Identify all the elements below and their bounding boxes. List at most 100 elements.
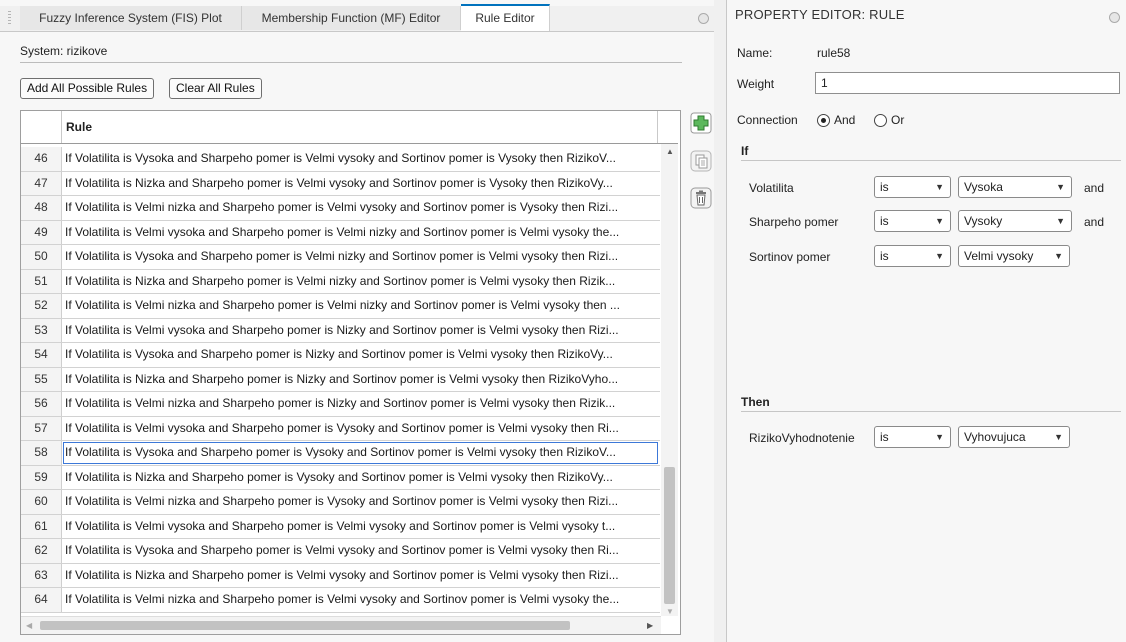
table-row[interactable]: 63 If Volatilita is Nizka and Sharpeho po… [21, 563, 660, 588]
table-row[interactable]: 46 If Volatilita is Vysoka and Sharpeho p… [21, 147, 660, 172]
add-rule-button[interactable] [690, 112, 712, 134]
scroll-right-icon[interactable]: ▶ [647, 621, 653, 631]
tab-fis-plot[interactable]: Fuzzy Inference System (FIS) Plot [20, 6, 242, 30]
property-editor-options-icon[interactable] [1109, 12, 1120, 23]
antecedent-variable-label: Sortinov pomer [749, 250, 831, 264]
scroll-left-icon[interactable]: ◀ [26, 621, 32, 631]
rule-text-cell[interactable]: If Volatilita is Vysoka and Sharpeho pom… [62, 343, 659, 367]
antecedent-term-dropdown[interactable]: Vysoka ▼ [958, 176, 1072, 198]
rule-text-cell[interactable]: If Volatilita is Nizka and Sharpeho pome… [62, 466, 659, 490]
copy-rule-icon [690, 150, 712, 172]
row-number: 62 [21, 539, 62, 563]
rule-text-cell[interactable]: If Volatilita is Velmi vysoka and Sharpe… [62, 319, 659, 343]
then-section-header: Then [741, 395, 1121, 412]
connection-or-label[interactable]: Or [891, 113, 904, 127]
antecedent-operator-dropdown[interactable]: is ▼ [874, 245, 951, 267]
row-number: 57 [21, 416, 62, 440]
conjunction-label: and [1084, 215, 1105, 229]
panel-options-icon[interactable] [698, 13, 709, 24]
table-header: Rule [21, 111, 678, 144]
rule-text-cell[interactable]: If Volatilita is Vysoka and Sharpeho pom… [62, 245, 659, 269]
dropdown-value: Vysoka [964, 180, 1003, 194]
rule-text-cell[interactable]: If Volatilita is Nizka and Sharpeho pome… [62, 172, 659, 196]
table-row[interactable]: 47 If Volatilita is Nizka and Sharpeho po… [21, 171, 660, 196]
name-label: Name: [737, 46, 773, 60]
rule-text-cell[interactable]: If Volatilita is Vysoka and Sharpeho pom… [62, 441, 659, 465]
weight-input[interactable]: 1 [815, 72, 1120, 94]
connection-or-radio[interactable] [874, 114, 887, 127]
antecedent-operator-dropdown[interactable]: is ▼ [874, 176, 951, 198]
radio-selected-dot [821, 118, 826, 123]
dropdown-value: Vyhovujuca [964, 430, 1026, 444]
rule-column-header[interactable]: Rule [62, 111, 658, 143]
rule-text-cell[interactable]: If Volatilita is Velmi vysoka and Sharpe… [62, 515, 659, 539]
tab-mf-editor[interactable]: Membership Function (MF) Editor [242, 6, 461, 30]
table-row[interactable]: 49 If Volatilita is Velmi vysoka and Shar… [21, 220, 660, 245]
clear-all-rules-button[interactable]: Clear All Rules [169, 78, 262, 99]
antecedent-operator-dropdown[interactable]: is ▼ [874, 210, 951, 232]
table-row[interactable]: 55 If Volatilita is Nizka and Sharpeho po… [21, 367, 660, 392]
rule-text-cell[interactable]: If Volatilita is Vysoka and Sharpeho pom… [62, 147, 659, 171]
scroll-down-icon[interactable]: ▼ [666, 607, 674, 617]
copy-rule-button[interactable] [690, 150, 712, 172]
chevron-down-icon: ▼ [1054, 251, 1063, 261]
antecedent-term-dropdown[interactable]: Velmi vysoky ▼ [958, 245, 1070, 267]
scroll-up-icon[interactable]: ▲ [666, 147, 674, 157]
tab-rule-editor[interactable]: Rule Editor [461, 4, 550, 31]
table-row[interactable]: 52 If Volatilita is Velmi nizka and Sharp… [21, 294, 660, 319]
table-row[interactable]: 54 If Volatilita is Vysoka and Sharpeho p… [21, 343, 660, 368]
table-row[interactable]: 59 If Volatilita is Nizka and Sharpeho po… [21, 465, 660, 490]
table-row[interactable]: 62 If Volatilita is Vysoka and Sharpeho p… [21, 539, 660, 564]
table-row[interactable]: 50 If Volatilita is Vysoka and Sharpeho p… [21, 245, 660, 270]
table-row[interactable]: 60 If Volatilita is Velmi nizka and Sharp… [21, 490, 660, 515]
row-number: 64 [21, 588, 62, 612]
conjunction-label: and [1084, 181, 1105, 195]
table-row[interactable]: 48 If Volatilita is Velmi nizka and Sharp… [21, 196, 660, 221]
antecedent-variable-label: Volatilita [749, 181, 794, 195]
rule-text-cell[interactable]: If Volatilita is Velmi nizka and Sharpeh… [62, 490, 659, 514]
vertical-scrollbar[interactable]: ▲ ▼ [661, 144, 678, 616]
antecedent-term-dropdown[interactable]: Vysoky ▼ [958, 210, 1072, 232]
rule-text-cell[interactable]: If Volatilita is Velmi vysoka and Sharpe… [62, 221, 659, 245]
row-number: 54 [21, 343, 62, 367]
row-number: 52 [21, 294, 62, 318]
add-all-rules-button[interactable]: Add All Possible Rules [20, 78, 155, 99]
row-number: 63 [21, 563, 62, 587]
row-number: 49 [21, 220, 62, 244]
rule-text-cell[interactable]: If Volatilita is Velmi nizka and Sharpeh… [62, 196, 659, 220]
rule-text-cell[interactable]: If Volatilita is Velmi nizka and Sharpeh… [62, 392, 659, 416]
rule-text-cell[interactable]: If Volatilita is Nizka and Sharpeho pome… [62, 270, 659, 294]
table-row[interactable]: 64 If Volatilita is Velmi nizka and Sharp… [21, 588, 660, 613]
rule-text-cell[interactable]: If Volatilita is Velmi nizka and Sharpeh… [62, 294, 659, 318]
row-number: 51 [21, 269, 62, 293]
row-number: 46 [21, 147, 62, 171]
rule-text-cell[interactable]: If Volatilita is Nizka and Sharpeho pome… [62, 564, 659, 588]
horizontal-scrollbar[interactable]: ◀ ▶ [21, 616, 661, 634]
dropdown-value: Velmi vysoky [964, 249, 1034, 263]
rule-text-cell[interactable]: If Volatilita is Velmi vysoka and Sharpe… [62, 417, 659, 441]
row-number-header [21, 111, 62, 143]
dropdown-value: is [880, 430, 889, 444]
rule-text-cell[interactable]: If Volatilita is Nizka and Sharpeho pome… [62, 368, 659, 392]
tab-grip [8, 11, 11, 25]
row-number: 61 [21, 514, 62, 538]
table-row[interactable]: 61 If Volatilita is Velmi vysoka and Shar… [21, 514, 660, 539]
delete-rule-button[interactable] [690, 187, 712, 209]
consequent-term-dropdown[interactable]: Vyhovujuca ▼ [958, 426, 1070, 448]
horizontal-scroll-thumb[interactable] [40, 621, 570, 630]
rule-text-cell[interactable]: If Volatilita is Velmi nizka and Sharpeh… [62, 588, 659, 612]
connection-and-radio[interactable] [817, 114, 830, 127]
row-number: 56 [21, 392, 62, 416]
table-row[interactable]: 58 If Volatilita is Vysoka and Sharpeho p… [21, 441, 660, 466]
table-row[interactable]: 56 If Volatilita is Velmi nizka and Sharp… [21, 392, 660, 417]
table-row[interactable]: 57 If Volatilita is Velmi vysoka and Shar… [21, 416, 660, 441]
vertical-scroll-thumb[interactable] [664, 467, 675, 604]
property-editor-title: PROPERTY EDITOR: RULE [735, 7, 905, 22]
connection-and-label[interactable]: And [834, 113, 855, 127]
weight-label: Weight [737, 77, 775, 91]
dropdown-value: is [880, 180, 889, 194]
table-row[interactable]: 51 If Volatilita is Nizka and Sharpeho po… [21, 269, 660, 294]
consequent-operator-dropdown[interactable]: is ▼ [874, 426, 951, 448]
table-row[interactable]: 53 If Volatilita is Velmi vysoka and Shar… [21, 318, 660, 343]
rule-text-cell[interactable]: If Volatilita is Vysoka and Sharpeho pom… [62, 539, 659, 563]
